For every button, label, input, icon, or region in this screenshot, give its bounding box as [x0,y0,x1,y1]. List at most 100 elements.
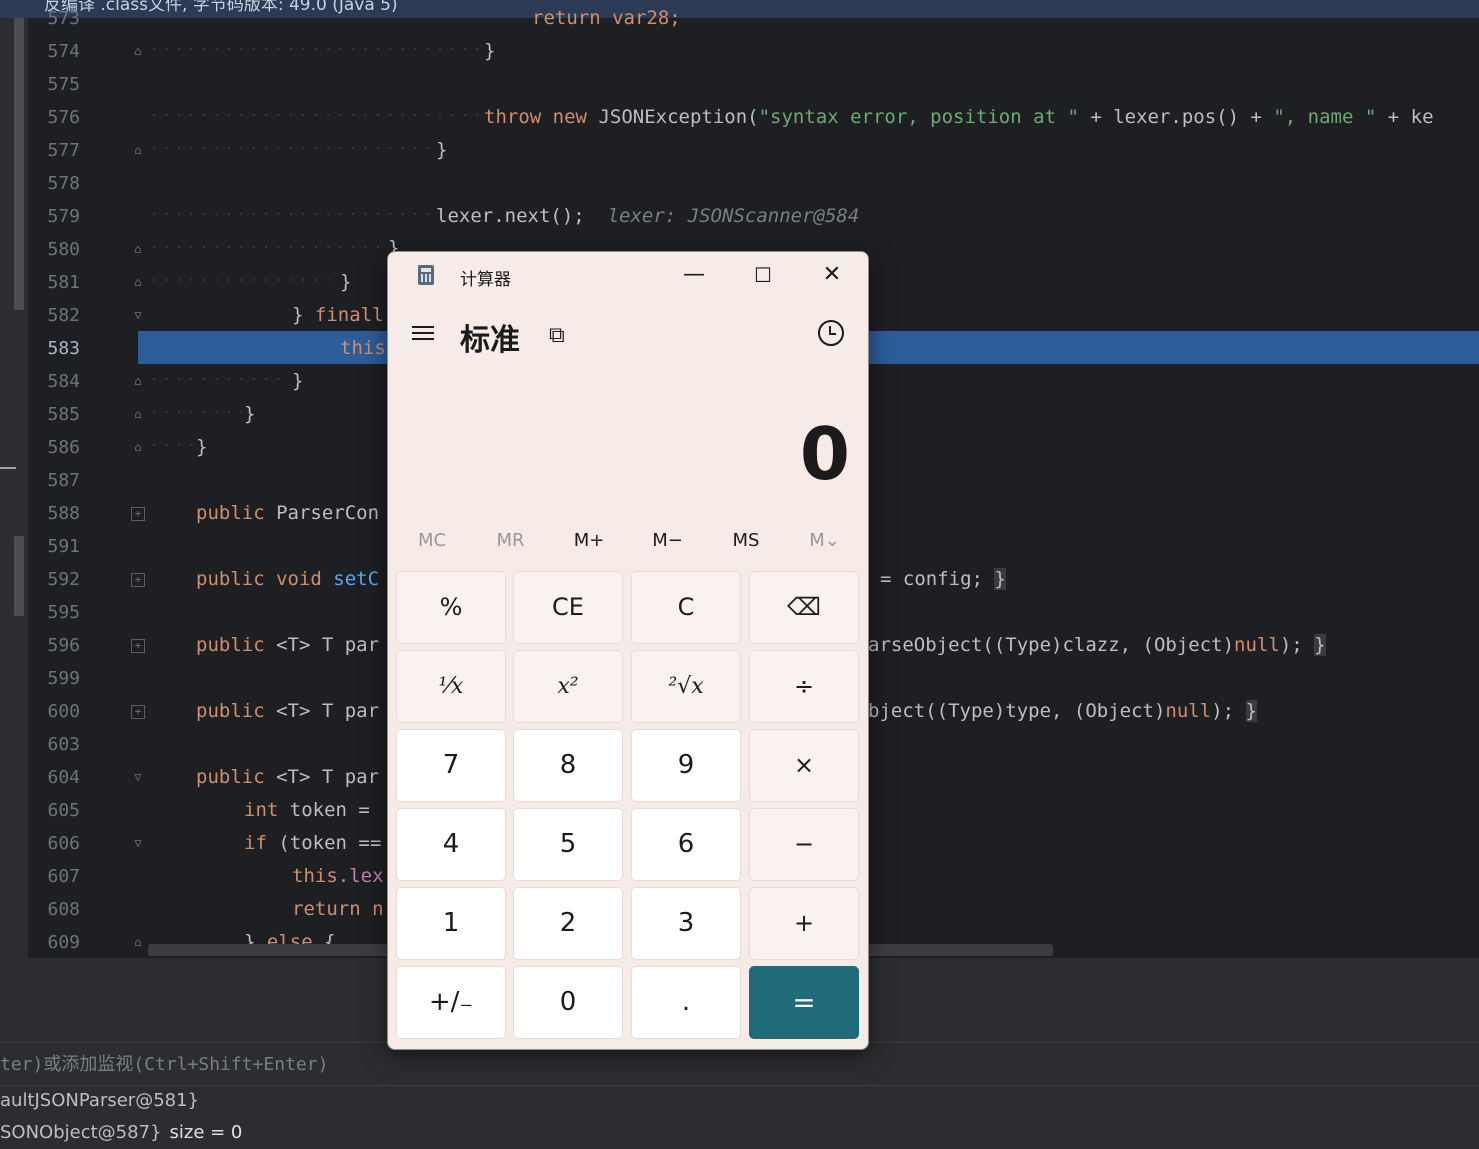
calculator-title: 计算器 [460,270,511,290]
line-number[interactable]: 579 [28,200,80,233]
whitespace-dots: ············· [150,405,242,421]
reciprocal-button[interactable]: ¹⁄x [396,650,506,723]
line-number[interactable]: 595 [28,596,80,629]
fold-end-icon[interactable]: ⌂ [131,143,145,157]
fold-end-icon[interactable]: ⌂ [131,275,145,289]
digit-2-button[interactable]: 2 [513,887,623,960]
line-number[interactable]: 599 [28,662,80,695]
line-number[interactable]: 581 [28,266,80,299]
line-number[interactable]: 576 [28,101,80,134]
collapse-marker[interactable] [0,467,16,469]
history-icon[interactable] [818,320,844,346]
variable-value: aultJSONParser@581} [0,1090,200,1111]
line-number[interactable]: 583 [28,332,80,365]
line-number[interactable]: 586 [28,431,80,464]
line-number[interactable]: 585 [28,398,80,431]
line-number[interactable]: 603 [28,728,80,761]
expand-icon[interactable]: + [131,705,145,719]
ide-title-bar: 反编译 .class文件, 字节码版本: 49.0 (Java 5) [0,0,1479,18]
memory-add-button[interactable]: M+ [550,530,628,551]
line-number[interactable]: 577 [28,134,80,167]
clear-entry-button[interactable]: CE [513,571,623,644]
memory-store-button[interactable]: MS [707,530,785,551]
line-number[interactable]: 574 [28,35,80,68]
line-number[interactable]: 608 [28,893,80,926]
expand-icon[interactable]: + [131,639,145,653]
memory-clear-button[interactable]: MC [393,530,471,551]
line-number[interactable]: 609 [28,926,80,959]
negate-button[interactable]: +/₋ [396,966,506,1039]
vertical-scrollbar-thumb-2[interactable] [14,536,24,616]
vertical-scrollbar-thumb[interactable] [14,18,24,310]
code-keyword: null [1165,700,1212,722]
expand-icon[interactable]: + [131,573,145,587]
percent-button[interactable]: % [396,571,506,644]
debug-variable-row[interactable]: SONObject@587} size = 0 [0,1122,242,1143]
line-number[interactable]: 605 [28,794,80,827]
line-number[interactable]: 573 [28,2,80,35]
fold-end-icon[interactable]: ⌂ [131,407,145,421]
line-number[interactable]: 578 [28,167,80,200]
line-number[interactable]: 591 [28,530,80,563]
decimal-button[interactable]: . [631,966,741,1039]
square-button[interactable]: x² [513,650,623,723]
expand-icon[interactable]: + [131,507,145,521]
digit-9-button[interactable]: 9 [631,729,741,802]
code-text: } [994,568,1006,590]
evaluate-expression-hint[interactable]: ter)或添加监视(Ctrl+Shift+Enter) [0,1050,328,1076]
line-number[interactable]: 582 [28,299,80,332]
fold-end-icon[interactable]: ⌂ [131,935,145,949]
memory-subtract-button[interactable]: M− [629,530,707,551]
maximize-button[interactable]: ☐ [743,258,783,292]
memory-list-button[interactable]: M⌄ [786,530,864,551]
line-number[interactable]: 604 [28,761,80,794]
line-number[interactable]: 606 [28,827,80,860]
code-line-592: public void setC [196,563,379,596]
memory-recall-button[interactable]: MR [472,530,550,551]
multiply-button[interactable]: × [749,729,859,802]
digit-5-button[interactable]: 5 [513,808,623,881]
line-number[interactable]: 600 [28,695,80,728]
backspace-button[interactable]: ⌫ [749,571,859,644]
divide-button[interactable]: ÷ [749,650,859,723]
equals-button[interactable]: = [749,966,859,1039]
code-line-608: return n [292,893,384,926]
line-number[interactable]: 580 [28,233,80,266]
line-number[interactable]: 607 [28,860,80,893]
close-button[interactable]: ✕ [812,258,852,292]
line-number[interactable]: 587 [28,464,80,497]
calculator-window[interactable]: 计算器 — ☐ ✕ 标准 ⧉ 0 MC MR M+ M− MS M⌄ % CE C ⌫ ¹⁄x x²… [387,251,869,1050]
minimize-button[interactable]: — [674,258,714,292]
whitespace-dots: ··························· [150,273,338,289]
subtract-button[interactable]: − [749,808,859,881]
line-number[interactable]: 575 [28,68,80,101]
navigation-menu-icon[interactable] [412,322,434,342]
digit-7-button[interactable]: 7 [396,729,506,802]
line-number[interactable]: 588 [28,497,80,530]
digit-3-button[interactable]: 3 [631,887,741,960]
line-number[interactable]: 596 [28,629,80,662]
digit-0-button[interactable]: 0 [513,966,623,1039]
digit-8-button[interactable]: 8 [513,729,623,802]
digit-6-button[interactable]: 6 [631,808,741,881]
add-button[interactable]: + [749,887,859,960]
fold-end-icon[interactable]: ⌂ [131,44,145,58]
clear-button[interactable]: C [631,571,741,644]
digit-1-button[interactable]: 1 [396,887,506,960]
code-text: <T> T par [276,700,380,722]
digit-4-button[interactable]: 4 [396,808,506,881]
line-number[interactable]: 592 [28,563,80,596]
line-number[interactable]: 584 [28,365,80,398]
code-keyword: this [292,865,338,887]
fold-start-icon[interactable]: ▽ [131,836,145,850]
keep-on-top-icon[interactable]: ⧉ [549,323,565,348]
code-line-588: public ParserCon [196,497,379,530]
fold-end-icon[interactable]: ⌂ [131,242,145,256]
square-root-button[interactable]: ²√x [631,650,741,723]
fold-start-icon[interactable]: ▽ [131,308,145,322]
debug-variable-row[interactable]: aultJSONParser@581} [0,1090,199,1111]
fold-end-icon[interactable]: ⌂ [131,440,145,454]
fold-start-icon[interactable]: ▽ [131,770,145,784]
calculator-app-icon [418,265,434,285]
fold-end-icon[interactable]: ⌂ [131,374,145,388]
